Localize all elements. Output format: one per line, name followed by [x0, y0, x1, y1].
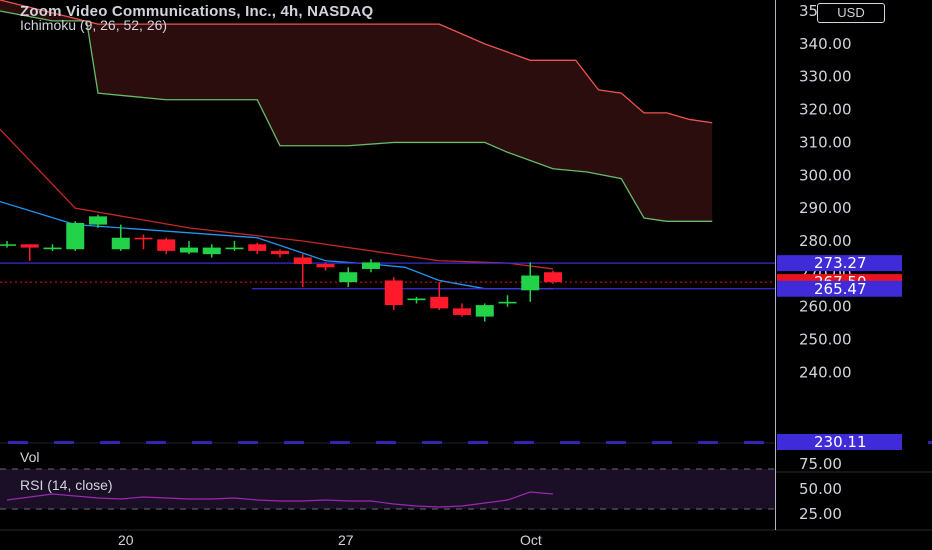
candle-body	[544, 272, 562, 283]
price-tick-label: 290.00	[799, 199, 852, 217]
volume-bar	[652, 441, 672, 444]
candle-body	[293, 257, 312, 265]
volume-bar	[698, 441, 718, 444]
candle-body	[248, 244, 267, 251]
chart-canvas[interactable]: 350.00340.00330.00320.00310.00300.00290.…	[0, 0, 932, 550]
rsi-tick-label: 50.00	[799, 480, 842, 498]
candle-body	[111, 237, 130, 250]
candle-body	[430, 296, 449, 309]
volume-bar	[8, 441, 28, 444]
candle-body	[362, 262, 380, 269]
volume-bar	[284, 441, 304, 444]
candle	[180, 241, 198, 255]
candle	[134, 234, 153, 250]
candle-body	[316, 264, 335, 268]
cloud-fill	[0, 0, 713, 222]
candle-body	[202, 247, 221, 255]
candle	[521, 262, 540, 302]
price-tick-label: 260.00	[799, 298, 852, 316]
price-tick-label: 310.00	[799, 133, 852, 151]
candle	[475, 303, 494, 322]
candle	[407, 296, 426, 304]
candle-body	[66, 222, 85, 250]
rsi-tick-label: 25.00	[799, 505, 842, 523]
price-badge-label: 230.11	[814, 433, 867, 451]
volume-label[interactable]: Vol	[20, 449, 39, 465]
candle	[66, 221, 85, 251]
time-tick-label: 27	[338, 532, 354, 548]
candle-body	[180, 247, 198, 253]
candle	[339, 267, 358, 288]
volume-bar	[54, 441, 74, 444]
indicator-label[interactable]: Ichimoku (9, 26, 52, 26)	[20, 17, 167, 33]
candle-body	[225, 247, 244, 250]
rsi-pane	[0, 468, 775, 510]
price-badge: 230.11	[777, 433, 902, 451]
volume-bar	[100, 441, 120, 444]
candle-body	[134, 237, 153, 240]
time-tick-label: 20	[118, 532, 134, 548]
candles	[0, 214, 562, 322]
candle-body	[157, 239, 176, 251]
price-badge-label: 265.47	[814, 280, 867, 298]
volume-bar	[928, 441, 932, 444]
candle	[384, 277, 403, 311]
candle	[157, 237, 176, 255]
volume-bar	[376, 441, 396, 444]
volume-bar	[744, 441, 764, 444]
price-tick-label: 330.00	[799, 68, 852, 86]
price-tick-label: 280.00	[799, 232, 852, 250]
candle	[0, 241, 16, 248]
price-badge-label: 273.27	[814, 254, 867, 272]
candle	[362, 259, 380, 273]
price-badge: 265.47	[777, 280, 902, 298]
candle-body	[89, 216, 107, 225]
candle	[20, 244, 39, 261]
volume-bar	[192, 441, 212, 444]
candle-body	[271, 250, 289, 255]
candle	[430, 282, 449, 311]
candle	[544, 270, 562, 284]
ichimoku-cloud	[0, 0, 713, 222]
candle-body	[521, 275, 540, 291]
volume-bar	[146, 441, 166, 444]
candle-body	[498, 301, 517, 304]
time-tick-label: Oct	[520, 532, 542, 548]
volume-bar	[514, 441, 534, 444]
candle	[248, 242, 267, 255]
rsi-label[interactable]: RSI (14, close)	[20, 477, 113, 493]
candle	[225, 241, 244, 251]
candle-body	[43, 247, 62, 250]
price-tick-label: 340.00	[799, 35, 852, 53]
candle	[202, 244, 221, 258]
candle	[453, 303, 471, 317]
candle	[271, 249, 289, 258]
price-tick-label: 300.00	[799, 166, 852, 184]
price-tick-label: 250.00	[799, 331, 852, 349]
price-tick-label: 240.00	[799, 363, 852, 381]
price-tick-label: 320.00	[799, 101, 852, 119]
volume-bar	[422, 441, 442, 444]
candle-body	[339, 272, 358, 283]
volume-bar	[238, 441, 258, 444]
candle-body	[475, 305, 494, 317]
volume-bar	[468, 441, 488, 444]
candle-body	[384, 280, 403, 306]
price-badge: 273.27	[777, 254, 902, 272]
volume-bar	[560, 441, 580, 444]
price-badges: 273.27267.50265.47230.11	[777, 254, 902, 451]
candle-body	[20, 244, 39, 248]
candle-body	[0, 244, 16, 246]
candle-body	[407, 298, 426, 301]
candle	[498, 295, 517, 307]
volume-bar	[330, 441, 350, 444]
candle-body	[453, 308, 471, 315]
rsi-tick-label: 75.00	[799, 455, 842, 473]
candle	[43, 244, 62, 251]
volume-bar	[606, 441, 626, 444]
currency-button[interactable]: USD	[817, 3, 885, 23]
